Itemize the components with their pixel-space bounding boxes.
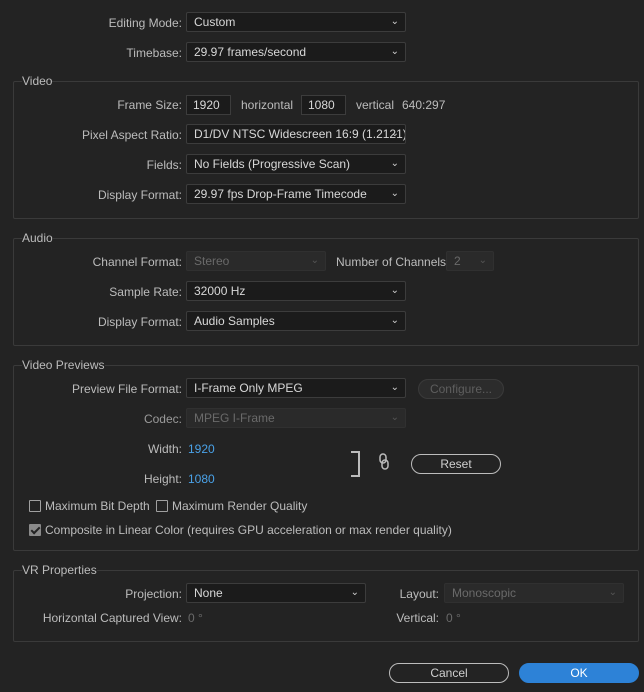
codec-label: Codec: xyxy=(143,412,182,426)
preview-file-format-value: I-Frame Only MPEG xyxy=(194,381,303,395)
link-icon[interactable] xyxy=(378,453,390,474)
number-of-channels-label: Number of Channels: xyxy=(336,255,450,269)
chevron-down-icon: ⌄ xyxy=(390,46,399,57)
layout-label: Layout: xyxy=(399,587,439,601)
video-group-title: Video xyxy=(22,74,53,88)
chevron-down-icon: ⌄ xyxy=(350,587,359,598)
editing-mode-label: Editing Mode: xyxy=(108,16,182,30)
projection-label: Projection: xyxy=(125,587,182,601)
fields-label: Fields: xyxy=(146,158,182,172)
sample-rate-value: 32000 Hz xyxy=(194,284,246,298)
number-of-channels-dropdown[interactable]: 2 ⌄ xyxy=(446,251,494,271)
ok-button[interactable]: OK xyxy=(519,663,639,683)
video-display-format-dropdown[interactable]: 29.97 fps Drop-Frame Timecode ⌄ xyxy=(186,184,406,204)
channel-format-label: Channel Format: xyxy=(92,255,182,269)
composite-linear-color-label: Composite in Linear Color (requires GPU … xyxy=(45,523,452,537)
video-previews-group-title: Video Previews xyxy=(22,358,105,372)
chevron-down-icon: ⌄ xyxy=(390,382,399,393)
preview-file-format-label: Preview File Format: xyxy=(71,382,182,396)
codec-value: MPEG I-Frame xyxy=(194,411,275,425)
pixel-aspect-ratio-dropdown[interactable]: D1/DV NTSC Widescreen 16:9 (1.2121) ⌄ xyxy=(186,124,406,144)
height-label: Height: xyxy=(143,472,182,486)
number-of-channels-value: 2 xyxy=(454,254,461,268)
max-bit-depth-checkbox[interactable] xyxy=(29,500,41,512)
editing-mode-dropdown[interactable]: Custom ⌄ xyxy=(186,12,406,32)
layout-dropdown[interactable]: Monoscopic ⌄ xyxy=(444,583,624,603)
pixel-aspect-ratio-value: D1/DV NTSC Widescreen 16:9 (1.2121) xyxy=(194,127,406,141)
configure-button[interactable]: Configure... xyxy=(418,379,504,399)
vr-properties-group-title: VR Properties xyxy=(22,563,97,577)
chevron-down-icon: ⌄ xyxy=(390,128,399,139)
fields-value: No Fields (Progressive Scan) xyxy=(194,157,351,171)
codec-dropdown[interactable]: MPEG I-Frame ⌄ xyxy=(186,408,406,428)
audio-display-format-dropdown[interactable]: Audio Samples ⌄ xyxy=(186,311,406,331)
chevron-down-icon: ⌄ xyxy=(390,158,399,169)
projection-dropdown[interactable]: None ⌄ xyxy=(186,583,366,603)
timebase-dropdown[interactable]: 29.97 frames/second ⌄ xyxy=(186,42,406,62)
frame-size-label: Frame Size: xyxy=(117,98,182,112)
sample-rate-dropdown[interactable]: 32000 Hz ⌄ xyxy=(186,281,406,301)
height-value[interactable]: 1080 xyxy=(188,472,215,486)
horizontal-captured-view-value[interactable]: 0 ° xyxy=(188,611,203,625)
sample-rate-label: Sample Rate: xyxy=(109,285,182,299)
fields-dropdown[interactable]: No Fields (Progressive Scan) ⌄ xyxy=(186,154,406,174)
max-render-quality-checkbox[interactable] xyxy=(156,500,168,512)
projection-value: None xyxy=(194,586,223,600)
frame-width-input[interactable]: 1920 xyxy=(186,95,231,115)
frame-height-input[interactable]: 1080 xyxy=(301,95,346,115)
horizontal-captured-view-label: Horizontal Captured View: xyxy=(42,611,182,625)
cancel-button[interactable]: Cancel xyxy=(389,663,509,683)
timebase-value: 29.97 frames/second xyxy=(194,45,307,59)
video-display-format-label: Display Format: xyxy=(97,188,182,202)
chevron-down-icon: ⌄ xyxy=(478,255,487,266)
audio-display-format-value: Audio Samples xyxy=(194,314,275,328)
video-display-format-value: 29.97 fps Drop-Frame Timecode xyxy=(194,187,367,201)
vertical-view-label: Vertical: xyxy=(396,611,439,625)
vertical-view-value[interactable]: 0 ° xyxy=(446,611,461,625)
pixel-aspect-ratio-label: Pixel Aspect Ratio: xyxy=(81,128,182,142)
editing-mode-value: Custom xyxy=(194,15,236,29)
reset-button[interactable]: Reset xyxy=(411,454,501,474)
max-render-quality-label: Maximum Render Quality xyxy=(172,499,308,513)
channel-format-dropdown[interactable]: Stereo ⌄ xyxy=(186,251,326,271)
chevron-down-icon: ⌄ xyxy=(390,412,399,423)
max-bit-depth-label: Maximum Bit Depth xyxy=(45,499,150,513)
width-value[interactable]: 1920 xyxy=(188,442,215,456)
width-label: Width: xyxy=(147,442,182,456)
composite-linear-color-checkbox[interactable] xyxy=(29,524,41,536)
chevron-down-icon: ⌄ xyxy=(390,16,399,27)
chevron-down-icon: ⌄ xyxy=(390,188,399,199)
audio-display-format-label: Display Format: xyxy=(97,315,182,329)
chevron-down-icon: ⌄ xyxy=(390,315,399,326)
chevron-down-icon: ⌄ xyxy=(608,587,617,598)
horizontal-label: horizontal xyxy=(241,98,294,112)
layout-value: Monoscopic xyxy=(452,586,517,600)
audio-group-title: Audio xyxy=(22,231,53,245)
aspect-ratio-readout: 640:297 xyxy=(402,98,446,112)
vertical-label: vertical xyxy=(356,98,395,112)
vr-properties-group xyxy=(13,570,639,642)
channel-format-value: Stereo xyxy=(194,254,230,268)
chevron-down-icon: ⌄ xyxy=(390,285,399,296)
chevron-down-icon: ⌄ xyxy=(310,255,319,266)
bracket-icon xyxy=(351,451,360,477)
preview-file-format-dropdown[interactable]: I-Frame Only MPEG ⌄ xyxy=(186,378,406,398)
timebase-label: Timebase: xyxy=(126,46,182,60)
